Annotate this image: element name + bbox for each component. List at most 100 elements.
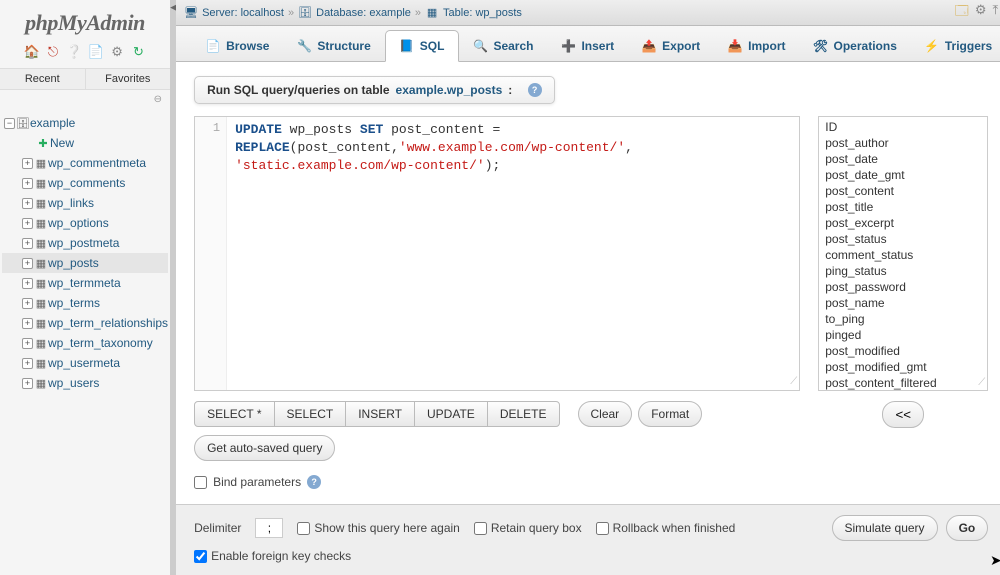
run-header-target[interactable]: example.wp_posts	[396, 83, 503, 97]
retain-box-checkbox[interactable]	[474, 522, 487, 535]
tree-table-wp_users[interactable]: +▦wp_users	[2, 373, 168, 393]
column-post_author[interactable]: post_author	[825, 135, 981, 151]
tab-import[interactable]: 📥Import	[714, 31, 799, 61]
expand-icon[interactable]: +	[22, 278, 33, 289]
expand-icon[interactable]: +	[22, 338, 33, 349]
tab-label: Export	[662, 39, 700, 53]
tree-table-wp_term_relationships[interactable]: +▦wp_term_relationships	[2, 313, 168, 333]
collapse-columns-button[interactable]: <<	[882, 401, 924, 428]
window-icon[interactable]: 🗔	[955, 2, 969, 24]
tree-table-wp_terms[interactable]: +▦wp_terms	[2, 293, 168, 313]
selectbutton[interactable]: SELECT	[274, 401, 347, 427]
expand-icon[interactable]: +	[22, 378, 33, 389]
tab-structure[interactable]: 🔧Structure	[283, 31, 384, 61]
rollback-checkbox[interactable]	[596, 522, 609, 535]
bind-params-checkbox[interactable]	[194, 476, 207, 489]
tree-table-wp_posts[interactable]: +▦wp_posts	[2, 253, 168, 273]
format-button[interactable]: Format	[638, 401, 702, 427]
tree-table-wp_usermeta[interactable]: +▦wp_usermeta	[2, 353, 168, 373]
expand-icon[interactable]: +	[22, 358, 33, 369]
show-again-checkbox[interactable]	[297, 522, 310, 535]
page-up-icon[interactable]: ⤒	[992, 2, 998, 24]
tree-new[interactable]: ✚New	[2, 133, 168, 153]
column-pinged[interactable]: pinged	[825, 327, 981, 343]
column-post_date[interactable]: post_date	[825, 151, 981, 167]
table-icon: ▦	[34, 337, 48, 350]
help-icon-2[interactable]: ?	[307, 475, 321, 489]
tab-export[interactable]: 📤Export	[628, 31, 714, 61]
tree-table-wp_term_taxonomy[interactable]: +▦wp_term_taxonomy	[2, 333, 168, 353]
columns-panel[interactable]: IDpost_authorpost_datepost_date_gmtpost_…	[818, 116, 988, 391]
expand-icon[interactable]: +	[22, 238, 33, 249]
tree-table-wp_termmeta[interactable]: +▦wp_termmeta	[2, 273, 168, 293]
expand-icon[interactable]: +	[22, 318, 33, 329]
column-post_date_gmt[interactable]: post_date_gmt	[825, 167, 981, 183]
tab-operations[interactable]: 🛠Operations	[800, 31, 911, 61]
go-button[interactable]: Go	[946, 515, 989, 541]
tree-table-label: wp_users	[48, 376, 99, 390]
delimiter-input[interactable]	[255, 518, 283, 538]
tree-table-wp_postmeta[interactable]: +▦wp_postmeta	[2, 233, 168, 253]
home-icon[interactable]: 🏠	[24, 44, 40, 60]
deletebutton[interactable]: DELETE	[487, 401, 560, 427]
clear-button[interactable]: Clear	[578, 401, 633, 427]
column-post_content_filtered[interactable]: post_content_filtered	[825, 375, 981, 391]
tab-recent[interactable]: Recent	[0, 69, 86, 89]
column-post_password[interactable]: post_password	[825, 279, 981, 295]
sql-editor[interactable]: 1 UPDATE wp_posts SET post_content = REP…	[194, 116, 800, 391]
sql-doc-icon[interactable]: 📄	[88, 44, 104, 60]
insertbutton[interactable]: INSERT	[345, 401, 415, 427]
tree-table-wp_commentmeta[interactable]: +▦wp_commentmeta	[2, 153, 168, 173]
expand-icon[interactable]: +	[22, 158, 33, 169]
settings-icon[interactable]: ⚙	[109, 44, 125, 60]
column-post_modified[interactable]: post_modified	[825, 343, 981, 359]
column-post_status[interactable]: post_status	[825, 231, 981, 247]
expand-icon[interactable]: +	[22, 198, 33, 209]
help-toolbar-icon[interactable]: ❔	[66, 44, 82, 60]
column-post_name[interactable]: post_name	[825, 295, 981, 311]
expand-icon[interactable]: +	[22, 258, 33, 269]
import-icon: 📥	[728, 39, 742, 53]
tree-table-wp_comments[interactable]: +▦wp_comments	[2, 173, 168, 193]
simulate-button[interactable]: Simulate query	[832, 515, 938, 541]
tree-table-label: wp_term_taxonomy	[48, 336, 153, 350]
column-post_modified_gmt[interactable]: post_modified_gmt	[825, 359, 981, 375]
tab-triggers[interactable]: ⚡Triggers	[911, 31, 1000, 61]
tree-table-wp_options[interactable]: +▦wp_options	[2, 213, 168, 233]
column-ID[interactable]: ID	[825, 119, 981, 135]
column-post_content[interactable]: post_content	[825, 183, 981, 199]
collapse-icon[interactable]: −	[4, 118, 15, 129]
table-icon: ▦	[34, 377, 48, 390]
enable-fk-checkbox[interactable]	[194, 550, 207, 563]
code-area[interactable]: UPDATE wp_posts SET post_content = REPLA…	[227, 117, 641, 390]
tab-sql[interactable]: 📘SQL	[385, 30, 460, 62]
tree-db-root[interactable]: − 🗄 example	[2, 113, 168, 133]
tab-browse[interactable]: 📄Browse	[192, 31, 283, 61]
expand-icon[interactable]: +	[22, 178, 33, 189]
tree-table-wp_links[interactable]: +▦wp_links	[2, 193, 168, 213]
get-autosaved-button[interactable]: Get auto-saved query	[194, 435, 335, 461]
tab-search[interactable]: 🔍Search	[459, 31, 547, 61]
column-comment_status[interactable]: comment_status	[825, 247, 981, 263]
expand-icon[interactable]: +	[22, 298, 33, 309]
select-button[interactable]: SELECT *	[194, 401, 274, 427]
collapse-nav-icon[interactable]: ⊖	[0, 90, 170, 109]
gear-icon[interactable]: ⚙	[975, 2, 987, 24]
column-post_title[interactable]: post_title	[825, 199, 981, 215]
column-post_excerpt[interactable]: post_excerpt	[825, 215, 981, 231]
insert-icon: ➕	[561, 39, 575, 53]
column-to_ping[interactable]: to_ping	[825, 311, 981, 327]
help-icon[interactable]: ?	[528, 83, 542, 97]
bc-server[interactable]: Server: localhost	[202, 7, 284, 19]
updatebutton[interactable]: UPDATE	[414, 401, 488, 427]
exit-icon[interactable]: ⎋	[45, 44, 61, 60]
editor-resize-icon[interactable]: ⟋	[790, 376, 797, 388]
bc-database[interactable]: Database: example	[316, 7, 411, 19]
expand-icon[interactable]: +	[22, 218, 33, 229]
tab-insert[interactable]: ➕Insert	[547, 31, 628, 61]
columns-resize-icon[interactable]: ⟋	[978, 377, 985, 388]
reload-icon[interactable]: ↻	[130, 44, 146, 60]
column-ping_status[interactable]: ping_status	[825, 263, 981, 279]
tab-favorites[interactable]: Favorites	[86, 69, 171, 89]
bc-table[interactable]: Table: wp_posts	[443, 7, 522, 19]
